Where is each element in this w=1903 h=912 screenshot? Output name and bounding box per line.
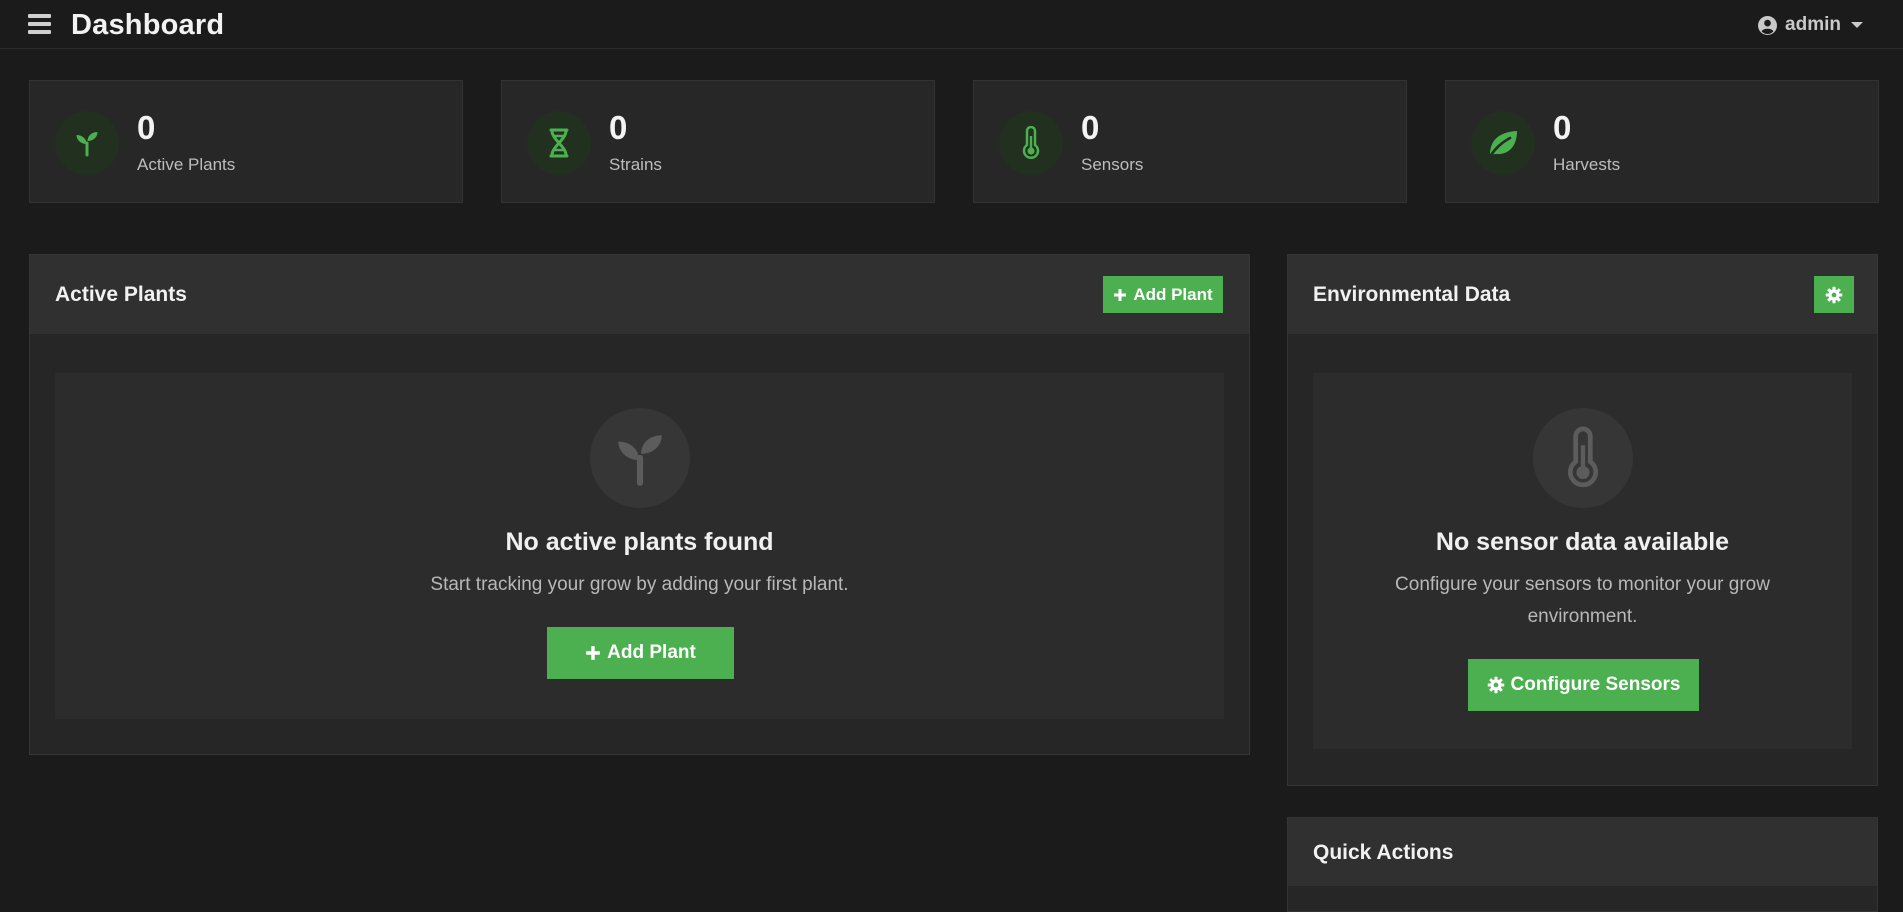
- empty-state-text: Configure your sensors to monitor your g…: [1313, 569, 1852, 633]
- stat-card-active-plants: 0 Active Plants: [29, 80, 463, 203]
- dna-icon: [527, 111, 591, 175]
- configure-sensors-button[interactable]: Configure Sensors: [1468, 659, 1699, 711]
- empty-state: No sensor data available Configure your …: [1313, 373, 1852, 749]
- panel-title: Quick Actions: [1313, 841, 1454, 864]
- active-plants-panel: Active Plants Add Plant No active plants…: [29, 254, 1250, 755]
- seedling-icon: [55, 111, 119, 175]
- user-circle-icon: [1758, 15, 1778, 35]
- gear-icon: [1825, 286, 1843, 303]
- stat-card-harvests: 0 Harvests: [1445, 80, 1879, 203]
- stat-value: 0: [609, 109, 628, 146]
- stat-value: 0: [1553, 109, 1572, 146]
- button-label: Configure Sensors: [1510, 674, 1681, 695]
- gear-icon: [1487, 676, 1504, 694]
- top-navbar: Dashboard admin: [0, 0, 1903, 49]
- panel-title: Environmental Data: [1313, 283, 1511, 306]
- add-plant-header-button[interactable]: Add Plant: [1103, 276, 1223, 313]
- stat-label: Active Plants: [137, 155, 236, 174]
- stat-card-strains: 0 Strains: [501, 80, 935, 203]
- stat-label: Sensors: [1081, 155, 1144, 174]
- panel-header: Environmental Data: [1288, 255, 1877, 334]
- leaf-icon: [1471, 111, 1535, 175]
- quick-actions-panel: Quick Actions: [1287, 817, 1878, 912]
- chevron-down-icon: [1851, 22, 1863, 28]
- stat-value: 0: [137, 109, 156, 146]
- environmental-data-panel: Environmental Data No sensor data availa…: [1287, 254, 1878, 786]
- plus-icon: [586, 646, 601, 660]
- panel-title: Active Plants: [55, 283, 187, 306]
- stat-label: Strains: [609, 155, 662, 174]
- user-menu-dropdown[interactable]: admin: [1758, 13, 1863, 37]
- panel-header: Active Plants Add Plant: [30, 255, 1249, 334]
- empty-state-text-line: environment.: [1527, 606, 1638, 627]
- sensor-settings-button[interactable]: [1814, 276, 1854, 313]
- add-plant-button[interactable]: Add Plant: [547, 627, 734, 679]
- plus-icon: [1114, 288, 1127, 301]
- button-label: Add Plant: [1133, 284, 1213, 304]
- user-name: admin: [1785, 14, 1841, 35]
- empty-state-title: No sensor data available: [1435, 528, 1730, 556]
- panel-header: Quick Actions: [1288, 818, 1877, 886]
- thermometer-icon: [999, 111, 1063, 175]
- seedling-icon: [590, 408, 690, 508]
- page-title: Dashboard: [71, 9, 225, 41]
- stat-label: Harvests: [1553, 155, 1621, 174]
- button-label: Add Plant: [607, 642, 696, 663]
- empty-state-text: Start tracking your grow by adding your …: [430, 574, 849, 595]
- empty-state-text-line: Configure your sensors to monitor your g…: [1395, 574, 1770, 595]
- hamburger-menu-icon[interactable]: [28, 14, 51, 34]
- thermometer-icon: [1533, 408, 1633, 508]
- empty-state-title: No active plants found: [505, 528, 774, 556]
- stat-card-sensors: 0 Sensors: [973, 80, 1407, 203]
- stat-value: 0: [1081, 109, 1100, 146]
- empty-state: No active plants found Start tracking yo…: [55, 373, 1224, 719]
